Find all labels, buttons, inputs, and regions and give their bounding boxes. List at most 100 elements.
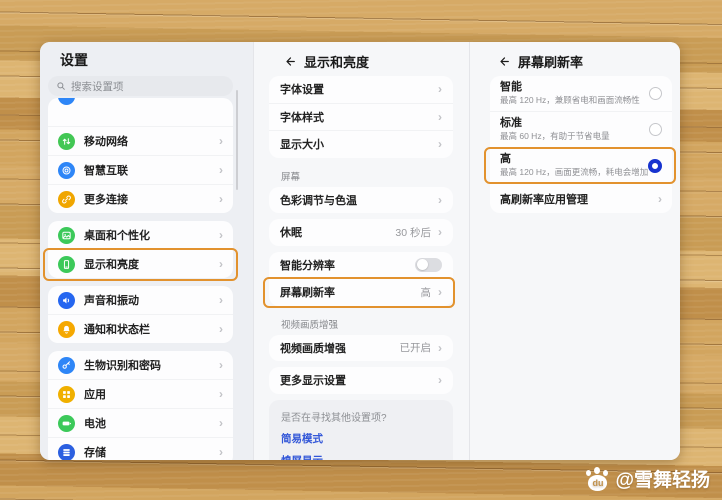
refresh-option-高[interactable]: 高最高 120 Hz，画面更流畅，耗电会增加: [490, 147, 672, 183]
setting-label: 屏幕刷新率: [280, 284, 421, 300]
refresh-option-标准[interactable]: 标准最高 60 Hz，有助于节省电量: [490, 111, 672, 147]
sidebar-item-storage[interactable]: 存储 ›: [48, 437, 233, 460]
sidebar-item-biometrics-password[interactable]: 生物识别和密码›: [48, 351, 233, 379]
chevron-right-icon: ›: [219, 323, 223, 335]
settings-group: 生物识别和密码›应用›电池›存储›: [48, 351, 233, 460]
sidebar-item-sound-vibration[interactable]: 声音和振动›: [48, 286, 233, 314]
chevron-right-icon: ›: [219, 446, 223, 458]
sidebar-item-mobile-network[interactable]: 移动网络›: [48, 126, 233, 155]
back-arrow-icon[interactable]: [284, 55, 297, 68]
sidebar-item-display-brightness[interactable]: 显示和亮度›: [48, 249, 233, 278]
setting-value: 已开启: [400, 340, 432, 355]
chevron-right-icon: ›: [219, 193, 223, 205]
setting-row-智能分辨率[interactable]: 智能分辨率: [269, 252, 453, 279]
option-title: 标准: [500, 117, 643, 131]
setting-label: 字体样式: [280, 109, 434, 125]
chevron-right-icon: ›: [438, 194, 442, 206]
setting-label: 更多显示设置: [280, 372, 434, 388]
row-controls: [415, 258, 442, 272]
setting-row-字体样式[interactable]: 字体样式›: [269, 103, 453, 131]
partially-scrolled-item[interactable]: [48, 98, 233, 126]
row-controls: ›: [434, 83, 442, 95]
scrollbar[interactable]: [236, 90, 238, 190]
picture-icon: [58, 227, 75, 244]
row-controls: ›: [434, 138, 442, 150]
chevron-right-icon: ›: [219, 388, 223, 400]
stack-icon: [58, 444, 75, 461]
sidebar-item-label: 通知和状态栏: [84, 321, 215, 337]
speaker-icon: [58, 292, 75, 309]
search-placeholder: 搜索设置项: [71, 79, 124, 94]
chevron-right-icon: ›: [219, 229, 223, 241]
setting-row-显示大小[interactable]: 显示大小›: [269, 130, 453, 158]
setting-row-视频画质增强[interactable]: 视频画质增强已开启›: [269, 335, 453, 362]
chevron-right-icon: ›: [438, 374, 442, 386]
radio-unselected[interactable]: [649, 123, 662, 136]
search-input[interactable]: 搜索设置项: [48, 76, 233, 96]
refresh-rate-options: 智能最高 120 Hz，兼顾省电和画面流畅性标准最高 60 Hz，有助于节省电量…: [490, 76, 672, 221]
display-brightness-panel: 显示和亮度 字体设置›字体样式›显示大小›屏幕色彩调节与色温›休眠30 秒后›智…: [253, 42, 470, 460]
link-icon: [58, 191, 75, 208]
display-panel-header: 显示和亮度: [254, 50, 469, 72]
sidebar-item-label: 生物识别和密码: [84, 357, 215, 373]
bell-icon: [58, 321, 75, 338]
suggestion-card: 是否在寻找其他设置项?简易模式熄屏显示: [269, 400, 453, 461]
refresh-option-智能[interactable]: 智能最高 120 Hz，兼顾省电和画面流畅性: [490, 76, 672, 111]
suggestion-link[interactable]: 熄屏显示: [281, 453, 441, 461]
chevron-right-icon: ›: [219, 164, 223, 176]
settings-group: 移动网络›智慧互联›更多连接›: [48, 98, 233, 213]
chevron-right-icon: ›: [219, 417, 223, 429]
toggle-off[interactable]: [415, 258, 442, 272]
settings-list: 移动网络›智慧互联›更多连接›桌面和个性化›显示和亮度›声音和振动›通知和状态栏…: [48, 98, 233, 460]
display-settings-group: 休眠30 秒后›: [269, 219, 453, 246]
sidebar-item-apps[interactable]: 应用›: [48, 379, 233, 408]
setting-row-字体设置[interactable]: 字体设置›: [269, 76, 453, 103]
sidebar-item-label: 电池: [84, 415, 215, 431]
manage-label: 高刷新率应用管理: [500, 191, 654, 207]
sidebar-item-desktop-personalization[interactable]: 桌面和个性化›: [48, 221, 233, 249]
row-controls: 30 秒后›: [395, 225, 442, 240]
display-settings-group: 智能分辨率屏幕刷新率高›: [269, 252, 453, 306]
sidebar-item-smart-connect[interactable]: 智慧互联›: [48, 155, 233, 184]
sidebar-item-label: 存储: [84, 444, 215, 460]
rings-icon: [58, 162, 75, 179]
settings-group: 桌面和个性化›显示和亮度›: [48, 221, 233, 278]
option-title: 高: [500, 153, 642, 167]
display-panel-title: 显示和亮度: [304, 52, 369, 71]
sidebar-item-more-connections[interactable]: 更多连接›: [48, 184, 233, 213]
setting-row-色彩调节与色温[interactable]: 色彩调节与色温›: [269, 187, 453, 214]
setting-row-休眠[interactable]: 休眠30 秒后›: [269, 219, 453, 246]
back-arrow-icon[interactable]: [498, 55, 511, 68]
display-settings-group: 字体设置›字体样式›显示大小›: [269, 76, 453, 158]
manage-refresh-apps-row[interactable]: 高刷新率应用管理›: [490, 183, 672, 213]
setting-row-更多显示设置[interactable]: 更多显示设置 ›: [269, 367, 453, 394]
watermark: du @雪舞轻扬: [585, 465, 710, 492]
refresh-rate-panel: 屏幕刷新率 智能最高 120 Hz，兼顾省电和画面流畅性标准最高 60 Hz，有…: [470, 42, 680, 460]
row-controls: ›: [434, 374, 442, 386]
chevron-right-icon: ›: [219, 135, 223, 147]
baidu-paw-icon: du: [585, 466, 610, 492]
option-subtitle: 最高 120 Hz，画面更流畅，耗电会增加: [500, 167, 642, 178]
sidebar-item-battery[interactable]: 电池 ›: [48, 408, 233, 437]
chevron-right-icon: ›: [438, 342, 442, 354]
section-label: 视频画质增强: [269, 312, 453, 335]
display-settings-list: 字体设置›字体样式›显示大小›屏幕色彩调节与色温›休眠30 秒后›智能分辨率屏幕…: [269, 76, 453, 460]
setting-label: 休眠: [280, 224, 395, 240]
radio-selected[interactable]: [648, 159, 662, 173]
setting-row-屏幕刷新率[interactable]: 屏幕刷新率高›: [269, 278, 453, 306]
option-title: 智能: [500, 81, 643, 95]
key-icon: [58, 357, 75, 374]
settings-panel: 设置 搜索设置项 移动网络›智慧互联›更多连接›桌面和个性化›显示和亮度›声音和…: [40, 42, 253, 460]
option-texts: 标准最高 60 Hz，有助于节省电量: [500, 117, 643, 142]
sidebar-item-notifications-statusbar[interactable]: 通知和状态栏 ›: [48, 314, 233, 343]
chevron-right-icon: ›: [438, 286, 442, 298]
display-settings-group: 色彩调节与色温›: [269, 187, 453, 214]
radio-unselected[interactable]: [649, 87, 662, 100]
row-controls: ›: [434, 111, 442, 123]
suggestion-link[interactable]: 简易模式: [281, 431, 441, 446]
setting-label: 字体设置: [280, 81, 434, 97]
refresh-panel-header: 屏幕刷新率: [470, 50, 680, 72]
watermark-handle: @雪舞轻扬: [615, 465, 710, 492]
sidebar-item-label: 声音和振动: [84, 292, 215, 308]
settings-group: 声音和振动› 通知和状态栏 ›: [48, 286, 233, 343]
